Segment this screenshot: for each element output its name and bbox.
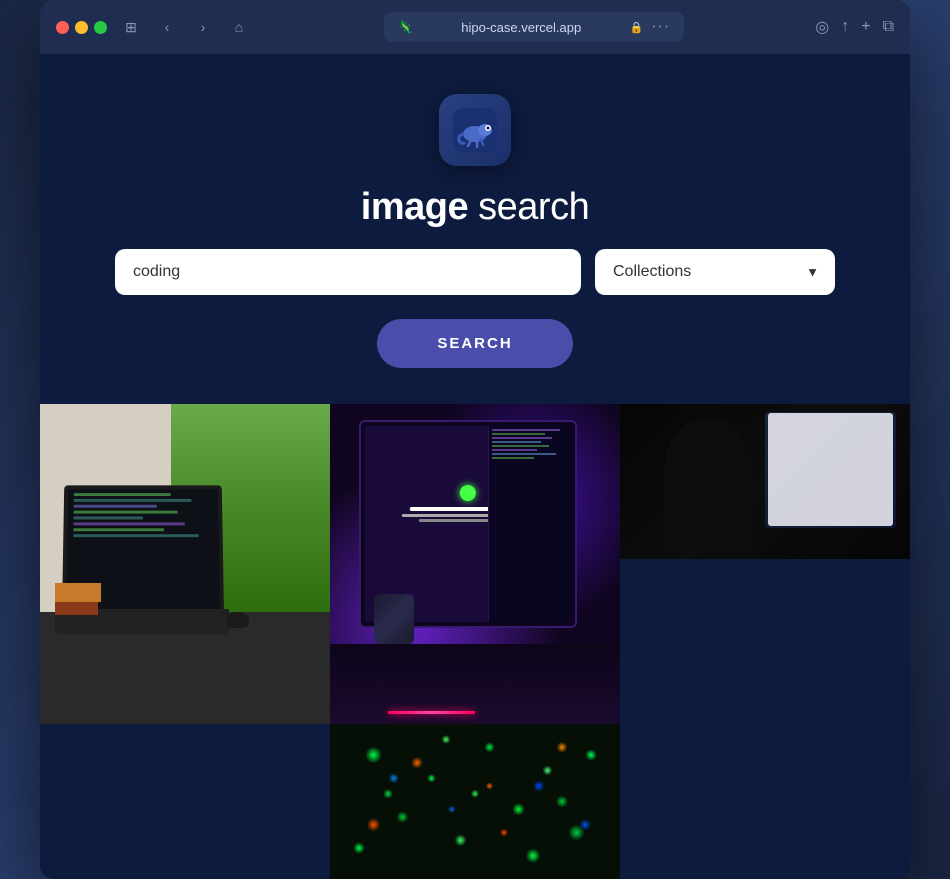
app-title-bold: image [361, 186, 468, 228]
search-input-wrap [115, 249, 581, 295]
address-bar[interactable]: 🦎 hipo-case.vercel.app 🔒 ··· [384, 12, 684, 42]
search-row: Collections [115, 249, 835, 295]
image-laptop-purple[interactable] [330, 404, 620, 724]
collections-dropdown-wrap: Collections [595, 249, 835, 295]
image-laptop-green[interactable] [40, 404, 330, 879]
close-button[interactable] [56, 21, 69, 34]
minimize-button[interactable] [75, 21, 88, 34]
page-content: image search Collections SEARCH [40, 54, 910, 879]
image-dark-person[interactable] [620, 404, 910, 724]
chameleon-icon [453, 108, 497, 152]
search-button-label: SEARCH [437, 335, 512, 352]
image-colorful-dots[interactable] [330, 724, 620, 879]
search-button[interactable]: SEARCH [377, 319, 572, 368]
lock-icon: 🔒 [629, 21, 643, 34]
back-button[interactable]: ‹ [153, 13, 181, 41]
browser-chrome: ⊞ ‹ › ⌂ 🦎 hipo-case.vercel.app 🔒 ··· ◎ ↑… [40, 0, 910, 54]
url-text: hipo-case.vercel.app [421, 20, 621, 35]
duplicate-tab-button[interactable]: ⧉ [883, 18, 894, 36]
search-button-row: SEARCH [115, 319, 835, 368]
site-icon: 🦎 [398, 20, 413, 34]
airdrop-button[interactable]: ◎ [815, 17, 829, 37]
hero-section: image search Collections SEARCH [40, 54, 910, 404]
new-tab-button[interactable]: + [861, 18, 870, 36]
app-title: image search [361, 186, 589, 229]
browser-actions: ◎ ↑ + ⧉ [815, 17, 894, 37]
app-logo [439, 94, 511, 166]
forward-button[interactable]: › [189, 13, 217, 41]
image-grid [40, 404, 910, 879]
collections-label: Collections [613, 263, 691, 280]
app-title-light: search [468, 186, 589, 228]
maximize-button[interactable] [94, 21, 107, 34]
browser-window: ⊞ ‹ › ⌂ 🦎 hipo-case.vercel.app 🔒 ··· ◎ ↑… [40, 0, 910, 879]
browser-nav: ⊞ ‹ › ⌂ [117, 13, 253, 41]
traffic-lights [56, 21, 107, 34]
search-input[interactable] [115, 249, 581, 295]
sidebar-toggle-button[interactable]: ⊞ [117, 13, 145, 41]
more-options-icon[interactable]: ··· [651, 18, 670, 36]
collections-dropdown[interactable]: Collections [595, 249, 835, 295]
address-bar-container: 🦎 hipo-case.vercel.app 🔒 ··· [263, 12, 805, 42]
home-button[interactable]: ⌂ [225, 13, 253, 41]
share-button[interactable]: ↑ [841, 18, 849, 36]
